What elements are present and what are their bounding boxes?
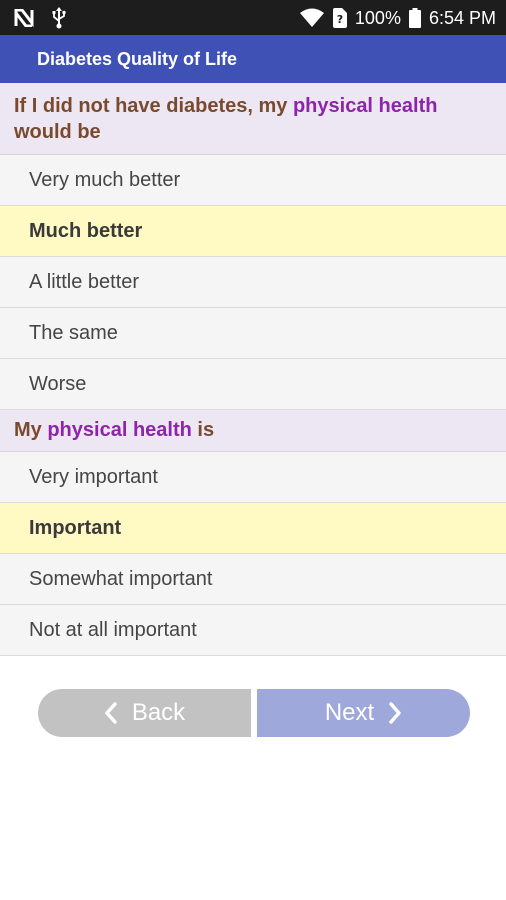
option-a-little-better[interactable]: A little better (0, 257, 506, 308)
app-title: Diabetes Quality of Life (37, 48, 238, 69)
next-label: Next (324, 699, 375, 726)
navigation-bar: Back Next (38, 689, 470, 737)
option-important[interactable]: Important (0, 503, 506, 554)
question-text-end: would be (14, 120, 101, 143)
questionnaire: If I did not have diabetes, my physical … (0, 83, 506, 656)
sim-icon: ? (332, 7, 347, 28)
app-bar: Diabetes Quality of Life (0, 35, 506, 83)
question-physical-health-without-diabetes: If I did not have diabetes, my physical … (0, 83, 506, 155)
question-text-start: My (14, 419, 48, 441)
question-physical-health-importance: My physical health is (0, 410, 506, 452)
question-highlight: physical health (47, 419, 192, 441)
option-not-at-all-important[interactable]: Not at all important (0, 605, 506, 656)
question-text-start: If I did not have diabetes, my (14, 94, 293, 117)
option-much-better[interactable]: Much better (0, 206, 506, 257)
chevron-left-icon (104, 702, 118, 724)
option-the-same[interactable]: The same (0, 308, 506, 359)
usb-icon (52, 6, 66, 29)
battery-percent: 100% (354, 7, 401, 28)
option-very-important[interactable]: Very important (0, 452, 506, 503)
svg-text:?: ? (337, 13, 343, 26)
chevron-right-icon (388, 702, 402, 724)
battery-icon (408, 7, 421, 28)
question-text: If I did not have diabetes, my physical … (14, 93, 492, 145)
back-label: Back (131, 699, 186, 726)
question-text-end: is (191, 419, 215, 441)
clock: 6:54 PM (428, 7, 496, 28)
option-worse[interactable]: Worse (0, 359, 506, 410)
notification-n-icon (14, 8, 34, 27)
question-text: My physical health is (14, 419, 492, 442)
next-button[interactable]: Next (257, 689, 470, 737)
option-very-much-better[interactable]: Very much better (0, 155, 506, 206)
wifi-icon (299, 8, 325, 28)
question-highlight: physical health (292, 94, 438, 117)
status-bar: ? 100% 6:54 PM (0, 0, 506, 35)
back-button[interactable]: Back (38, 689, 251, 737)
option-somewhat-important[interactable]: Somewhat important (0, 554, 506, 605)
